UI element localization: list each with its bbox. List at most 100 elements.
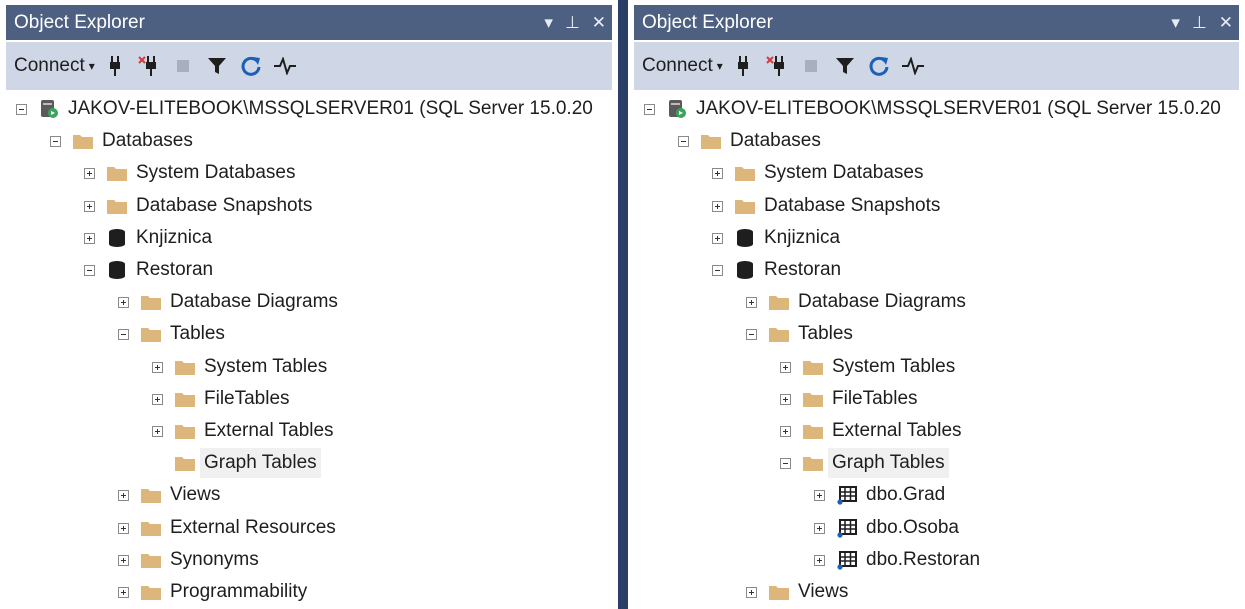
expand-icon[interactable] [780,393,791,405]
refresh-icon[interactable] [865,52,893,80]
expand-icon[interactable] [780,361,791,373]
expand-icon[interactable] [118,490,129,502]
expand-icon[interactable] [84,168,95,180]
tree-node[interactable]: Programmability [6,577,612,607]
expand-icon[interactable] [152,361,163,373]
filter-icon[interactable] [831,52,859,80]
tree-node[interactable]: System Tables [634,352,1239,382]
expand-icon[interactable] [118,297,129,309]
collapse-icon[interactable] [118,329,129,341]
expand-icon[interactable] [746,587,757,598]
tree-node[interactable]: Restoran [634,255,1239,285]
tree-node[interactable]: JAKOV-ELITEBOOK\MSSQLSERVER01 (SQL Serve… [634,94,1239,124]
tree-node-label: Graph Tables [828,448,949,479]
tree-node[interactable]: dbo.Grad [634,480,1239,510]
tree-node[interactable]: Database Snapshots [634,191,1239,221]
tree-node[interactable]: Tables [634,319,1239,349]
collapse-icon[interactable] [746,329,757,341]
folder-icon [72,131,94,151]
close-icon[interactable]: ✕ [1219,5,1233,40]
database-icon [734,260,756,280]
folder-icon [140,550,162,570]
tree-node[interactable]: Knjiznica [634,223,1239,253]
connect-button[interactable]: Connect ▾ [14,55,95,77]
expand-icon[interactable] [712,232,723,244]
tree-node[interactable]: Graph Tables [634,448,1239,479]
expand-icon[interactable] [118,522,129,534]
filter-icon[interactable] [203,52,231,80]
folder-icon [140,582,162,602]
stop-icon[interactable] [169,52,197,80]
folder-icon [802,357,824,377]
panel-title-bar[interactable]: Object Explorer ▾ ⊥ ✕ [6,5,612,40]
tree-node[interactable]: Database Diagrams [6,287,612,317]
expand-icon[interactable] [152,393,163,405]
stop-icon[interactable] [797,52,825,80]
tree-node[interactable]: Graph Tables [6,448,612,479]
tree-node[interactable]: FileTables [634,384,1239,414]
tree-node[interactable]: Database Snapshots [6,191,612,221]
collapse-icon[interactable] [84,265,95,276]
collapse-icon[interactable] [16,104,27,115]
tree-node[interactable]: System Databases [6,158,612,188]
refresh-icon[interactable] [237,52,265,80]
pin-icon[interactable]: ⊥ [1192,5,1207,40]
expand-icon[interactable] [746,297,757,309]
folder-icon [174,389,196,409]
tree-node[interactable]: Knjiznica [6,223,612,253]
disconnect-icon[interactable] [763,52,791,80]
collapse-icon[interactable] [678,136,689,148]
disconnect-icon[interactable] [135,52,163,80]
folder-icon [802,453,824,473]
tree-node[interactable]: System Tables [6,352,612,382]
tree-node[interactable]: dbo.Restoran [634,545,1239,575]
expand-icon[interactable] [712,168,723,180]
tree-node[interactable]: System Databases [634,158,1239,188]
expand-icon[interactable] [118,587,129,598]
tree-node[interactable]: Views [634,577,1239,607]
tree-node-label: System Tables [832,355,956,377]
expand-icon[interactable] [814,522,825,534]
tree-node[interactable]: FileTables [6,384,612,414]
tree-node[interactable]: Tables [6,319,612,349]
dropdown-icon[interactable]: ▾ [544,5,553,40]
folder-icon [734,163,756,183]
dropdown-icon[interactable]: ▾ [1171,5,1180,40]
panel-title-bar[interactable]: Object Explorer ▾ ⊥ ✕ [634,5,1239,40]
tree-node-label: Database Snapshots [136,194,313,216]
expand-icon[interactable] [84,232,95,244]
tree-node[interactable]: Databases [6,126,612,156]
object-explorer-panel-right: Object Explorer ▾ ⊥ ✕ Connect ▾ JAKOV-EL… [628,0,1245,609]
tree-node[interactable]: Database Diagrams [634,287,1239,317]
collapse-icon[interactable] [780,458,791,470]
connect-plug-icon[interactable] [729,52,757,80]
tree-node[interactable]: Databases [634,126,1239,156]
expand-icon[interactable] [814,490,825,502]
expand-icon[interactable] [780,426,791,437]
activity-monitor-icon[interactable] [271,52,299,80]
tree-node[interactable]: External Tables [6,416,612,446]
panel-divider[interactable] [618,0,628,609]
tree-node[interactable]: dbo.Osoba [634,513,1239,543]
tree-node[interactable]: External Tables [634,416,1239,446]
collapse-icon[interactable] [644,104,655,115]
tree-node[interactable]: JAKOV-ELITEBOOK\MSSQLSERVER01 (SQL Serve… [6,94,612,124]
pin-icon[interactable]: ⊥ [565,5,580,40]
activity-monitor-icon[interactable] [899,52,927,80]
tree-node[interactable]: Restoran [6,255,612,285]
connect-plug-icon[interactable] [101,52,129,80]
table-icon [836,518,858,538]
collapse-icon[interactable] [712,265,723,276]
expand-icon[interactable] [118,554,129,566]
expand-icon[interactable] [84,200,95,212]
expand-icon[interactable] [152,426,163,437]
folder-icon [734,196,756,216]
close-icon[interactable]: ✕ [592,5,606,40]
tree-node[interactable]: External Resources [6,513,612,543]
tree-node[interactable]: Views [6,480,612,510]
expand-icon[interactable] [814,554,825,566]
connect-button[interactable]: Connect ▾ [642,55,723,77]
tree-node[interactable]: Synonyms [6,545,612,575]
expand-icon[interactable] [712,200,723,212]
collapse-icon[interactable] [50,136,61,148]
